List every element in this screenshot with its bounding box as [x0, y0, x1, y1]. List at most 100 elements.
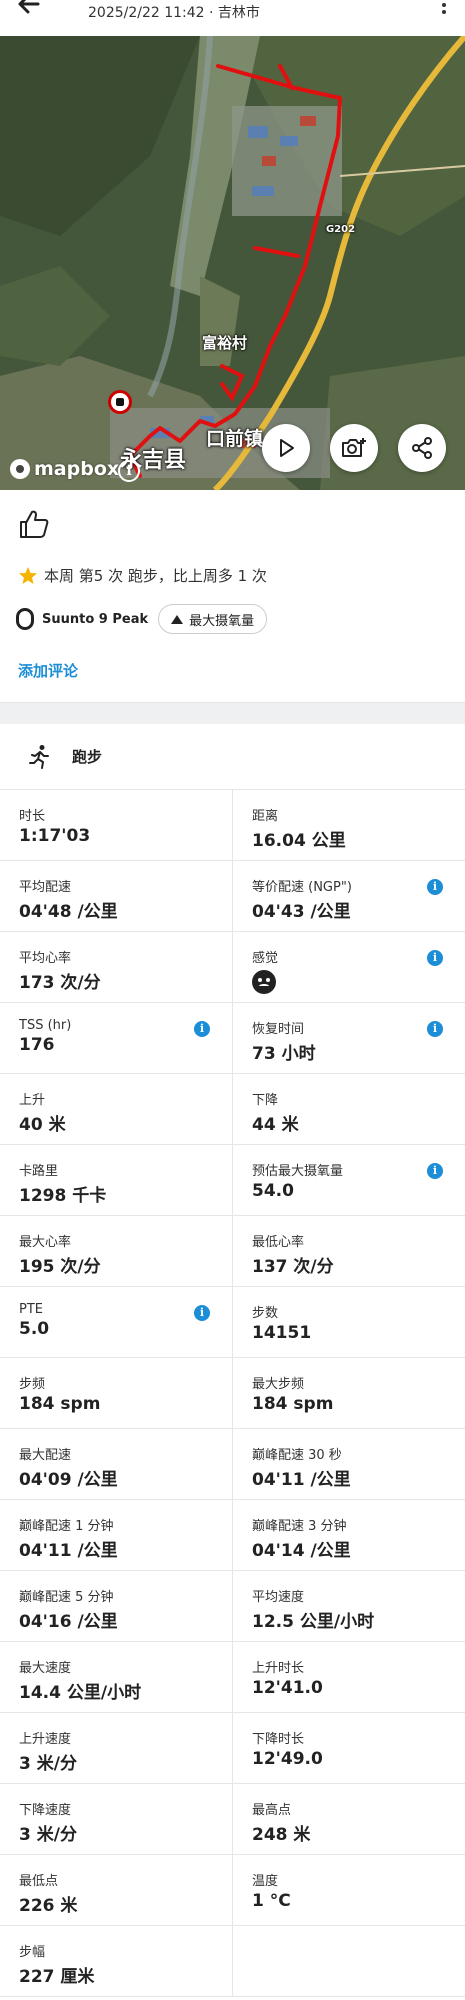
- stat-label: 下降: [252, 1093, 279, 1108]
- stat-cell: PTE 5.0 i: [0, 1287, 233, 1357]
- stats-row: 平均配速 04'48 /公里 等价配速 (NGP") 04'43 /公里 i: [0, 861, 465, 932]
- stat-value: 227 厘米: [19, 1967, 95, 1987]
- stat-label: 最大配速: [19, 1448, 72, 1463]
- vo2max-chip[interactable]: 最大摄氧量: [158, 604, 268, 634]
- info-icon[interactable]: i: [427, 950, 443, 966]
- info-icon[interactable]: i: [194, 1021, 210, 1037]
- stat-label: 巅峰配速 1 分钟: [19, 1519, 114, 1534]
- stat-value: 3 米/分: [19, 1754, 77, 1774]
- play-route-button[interactable]: [262, 424, 310, 472]
- info-icon[interactable]: i: [427, 1163, 443, 1179]
- village-label: 富裕村: [202, 334, 248, 352]
- stat-value: 04'11 /公里: [19, 1541, 118, 1561]
- info-icon[interactable]: i: [427, 879, 443, 895]
- stats-row: 时长 1:17'03 距离 16.04 公里: [0, 790, 465, 861]
- stat-value: 40 米: [19, 1115, 66, 1135]
- more-options-icon[interactable]: [439, 0, 449, 16]
- stat-label: 距离: [252, 809, 279, 824]
- stat-cell: 感觉 i: [233, 932, 465, 1002]
- stat-cell: 最高点 248 米: [233, 1784, 465, 1854]
- device-info: Suunto 9 Peak: [16, 608, 148, 630]
- stat-cell: 上升 40 米: [0, 1074, 233, 1144]
- back-arrow-icon[interactable]: [14, 0, 50, 18]
- stat-value: 226 米: [19, 1896, 78, 1916]
- watch-icon: [16, 608, 34, 630]
- stat-cell: [233, 1926, 465, 1996]
- stat-label: 上升速度: [19, 1732, 72, 1747]
- stat-cell: 最大配速 04'09 /公里: [0, 1429, 233, 1499]
- stat-cell: 平均配速 04'48 /公里: [0, 861, 233, 931]
- stat-value: 184 spm: [19, 1394, 101, 1414]
- section-divider: [0, 702, 465, 724]
- activity-date-location: 2025/2/22 11:42 · 吉林市: [88, 5, 260, 21]
- sport-type-row: 跑步: [0, 724, 465, 790]
- stat-cell: 最低心率 137 次/分: [233, 1216, 465, 1286]
- stat-value: 248 米: [252, 1825, 311, 1845]
- stat-cell: 步频 184 spm: [0, 1358, 233, 1428]
- info-icon[interactable]: i: [194, 1305, 210, 1321]
- feeling-face-icon: [252, 970, 276, 994]
- stat-cell: 平均速度 12.5 公里/小时: [233, 1571, 465, 1641]
- stat-label: 最低点: [19, 1874, 59, 1889]
- stat-value: 54.0: [252, 1181, 294, 1201]
- road-label: G202: [326, 224, 356, 235]
- stat-label: 最低心率: [252, 1235, 305, 1250]
- stat-label: 巅峰配速 30 秒: [252, 1448, 342, 1463]
- device-row: Suunto 9 Peak 最大摄氧量: [16, 604, 268, 634]
- stat-cell: 上升时长 12'41.0: [233, 1642, 465, 1712]
- stat-cell: 最大心率 195 次/分: [0, 1216, 233, 1286]
- stat-cell: 预估最大摄氧量 54.0 i: [233, 1145, 465, 1215]
- mapbox-logo: mapbox: [10, 458, 119, 480]
- stat-label: 平均配速: [19, 880, 72, 895]
- stats-row: 最低点 226 米 温度 1 °C: [0, 1855, 465, 1926]
- info-icon[interactable]: i: [427, 1021, 443, 1037]
- map-info-icon[interactable]: i: [118, 460, 140, 482]
- satellite-map-background: [0, 36, 465, 490]
- stat-value: 137 次/分: [252, 1257, 334, 1277]
- stat-cell: 上升速度 3 米/分: [0, 1713, 233, 1783]
- stat-value: 04'16 /公里: [19, 1612, 118, 1632]
- stats-row: 巅峰配速 5 分钟 04'16 /公里 平均速度 12.5 公里/小时: [0, 1571, 465, 1642]
- stat-cell: 下降速度 3 米/分: [0, 1784, 233, 1854]
- town-label: 口前镇: [206, 428, 264, 450]
- stat-value: 173 次/分: [19, 973, 101, 993]
- stat-value: 12'41.0: [252, 1678, 323, 1698]
- stat-value: 12.5 公里/小时: [252, 1612, 375, 1632]
- stat-cell: 恢复时间 73 小时 i: [233, 1003, 465, 1073]
- stat-value: 04'09 /公里: [19, 1470, 118, 1490]
- stat-value: 195 次/分: [19, 1257, 101, 1277]
- share-button[interactable]: [398, 424, 446, 472]
- top-bar: 2025/2/22 11:42 · 吉林市: [0, 0, 465, 36]
- stat-label: 下降速度: [19, 1803, 72, 1818]
- stat-value: 1 °C: [252, 1891, 291, 1911]
- stats-row: 上升 40 米 下降 44 米: [0, 1074, 465, 1145]
- mapbox-logo-icon: [10, 459, 30, 479]
- stat-cell: 时长 1:17'03: [0, 790, 233, 860]
- add-photo-button[interactable]: [330, 424, 378, 472]
- stat-cell: 距离 16.04 公里: [233, 790, 465, 860]
- play-icon: [280, 439, 294, 457]
- thumbs-up-icon[interactable]: [18, 508, 50, 540]
- stat-value: 5.0: [19, 1319, 50, 1339]
- add-comment-link[interactable]: 添加评论: [18, 660, 78, 681]
- route-map[interactable]: G202 富裕村 永吉县 口前镇 mapbox i: [0, 36, 465, 490]
- stat-label: 巅峰配速 3 分钟: [252, 1519, 347, 1534]
- stat-value: 16.04 公里: [252, 831, 346, 851]
- stat-cell: 巅峰配速 5 分钟 04'16 /公里: [0, 1571, 233, 1641]
- stat-label: 时长: [19, 809, 46, 824]
- stat-cell: 步数 14151: [233, 1287, 465, 1357]
- stat-value: 04'43 /公里: [252, 902, 351, 922]
- stats-row: TSS (hr) 176 i 恢复时间 73 小时 i: [0, 1003, 465, 1074]
- stat-value: 3 米/分: [19, 1825, 77, 1845]
- stats-row: 巅峰配速 1 分钟 04'11 /公里 巅峰配速 3 分钟 04'14 /公里: [0, 1500, 465, 1571]
- share-icon: [412, 437, 432, 459]
- running-icon: [29, 744, 49, 769]
- route-start-marker: [108, 390, 132, 414]
- stat-cell: 平均心率 173 次/分: [0, 932, 233, 1002]
- stat-cell: 等价配速 (NGP") 04'43 /公里 i: [233, 861, 465, 931]
- stat-value: 14151: [252, 1323, 312, 1343]
- stat-cell: 下降 44 米: [233, 1074, 465, 1144]
- stats-row: 卡路里 1298 千卡 预估最大摄氧量 54.0 i: [0, 1145, 465, 1216]
- triangle-up-icon: [171, 614, 184, 624]
- stat-cell: 最低点 226 米: [0, 1855, 233, 1925]
